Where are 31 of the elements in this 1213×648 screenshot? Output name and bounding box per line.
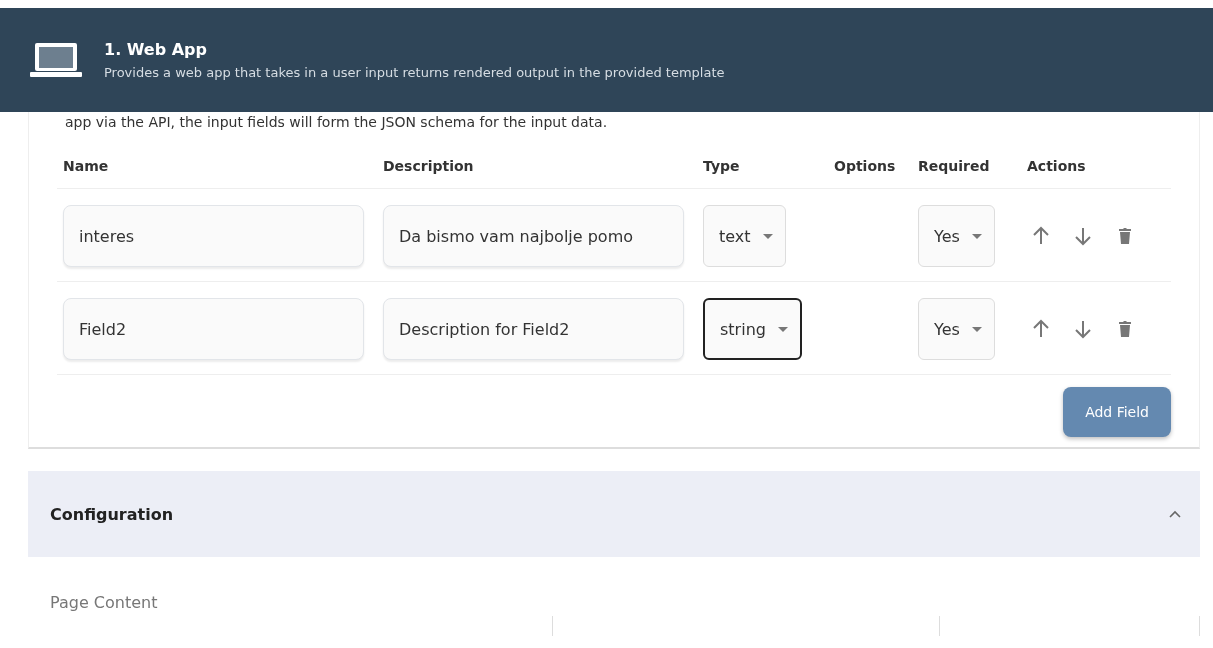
configuration-header[interactable]: Configuration — [28, 471, 1200, 557]
intro-text: app via the API, the input fields will form the JSON schema for the input data. — [64, 113, 609, 130]
description-field[interactable]: Description for Field2 — [383, 298, 684, 360]
column-header: Name — [57, 130, 377, 189]
dropdown[interactable]: Yes — [918, 205, 995, 267]
caret-icon — [971, 326, 982, 332]
arrow-up-icon[interactable] — [1031, 226, 1051, 246]
column-header: Actions — [1021, 130, 1171, 189]
field-label: Page Content — [50, 593, 159, 612]
dropdown[interactable]: text — [703, 205, 786, 267]
app-description: Provides a web app that takes in a user input returns rendered output in the provided template — [104, 65, 725, 80]
arrow-down-icon[interactable] — [1073, 319, 1093, 339]
app-title: 1. Web App — [104, 40, 209, 59]
column-header: Required — [912, 130, 1021, 189]
column-header: Description — [377, 130, 697, 189]
column-header: Type — [697, 130, 828, 189]
description-field[interactable]: Da bismo vam najbolje pomo — [383, 205, 684, 267]
laptop-icon — [30, 40, 82, 80]
name-field[interactable]: Field2 — [63, 298, 364, 360]
name-field[interactable]: interes — [63, 205, 364, 267]
caret-icon — [762, 233, 773, 239]
arrow-down-icon[interactable] — [1073, 226, 1093, 246]
chevron-icon[interactable] — [1168, 509, 1182, 519]
caret-icon — [777, 326, 788, 332]
caret-icon — [971, 233, 982, 239]
arrow-up-icon[interactable] — [1031, 319, 1051, 339]
dropdown[interactable]: string — [703, 298, 802, 360]
column-header: Options — [828, 130, 912, 189]
add-field-button[interactable]: Add Field — [1063, 387, 1171, 437]
section-title: Configuration — [50, 504, 174, 524]
dropdown[interactable]: Yes — [918, 298, 995, 360]
